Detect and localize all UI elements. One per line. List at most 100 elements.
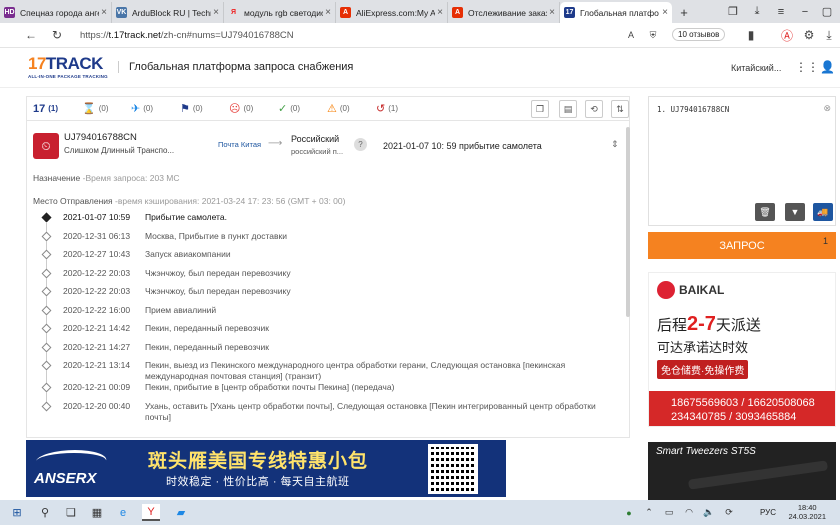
tray-app-icon[interactable]: ●: [620, 504, 638, 521]
trash-icon[interactable]: 🗑: [755, 203, 775, 221]
menu-icon[interactable]: ≡: [770, 0, 792, 23]
copy-icon[interactable]: ❐: [531, 100, 549, 118]
downloads-icon[interactable]: ⤓: [746, 0, 768, 23]
new-tab-button[interactable]: +: [672, 2, 696, 23]
tab-favicon: 17: [564, 7, 575, 18]
alert-icon: ⚠: [327, 103, 337, 115]
system-clock[interactable]: 18:40 24.03.2021: [788, 503, 826, 521]
clock-time: 18:40: [797, 503, 817, 512]
export-icon[interactable]: ▤: [559, 100, 577, 118]
latest-event: 2021-01-07 10: 59 прибытие самолета: [383, 141, 542, 151]
extension-icon[interactable]: ⚙: [800, 26, 818, 44]
protect-icon[interactable]: ⛨: [644, 26, 662, 44]
filter-count: (0): [192, 104, 203, 113]
filter-all[interactable]: 17 (1): [33, 103, 82, 115]
browser-tab-active[interactable]: 17 Глобальная платфо ×: [560, 2, 672, 23]
timeline-event: 2020-12-31 06:13 Москва, Прибытие в пункт…: [41, 230, 621, 252]
tab-favicon: HD: [4, 7, 15, 18]
translate-icon[interactable]: A: [622, 26, 640, 44]
query-button[interactable]: ЗАПРОС 1: [648, 232, 836, 259]
keyboard-language[interactable]: РУС: [760, 508, 776, 517]
yandex-browser-icon[interactable]: Y: [142, 504, 160, 521]
windows-start-icon[interactable]: ⊞: [8, 504, 26, 521]
close-tab-icon[interactable]: ×: [549, 7, 555, 18]
ad-headline: 斑头雁美国专线特惠小包: [148, 451, 369, 472]
tracking-number[interactable]: UJ794016788CN: [64, 132, 137, 143]
filter-pick-up[interactable]: ⚑ (0): [180, 102, 229, 115]
event-datetime: 2020-12-21 14:27: [63, 341, 131, 352]
ad-banner[interactable]: ANSERX 斑头雁美国专线特惠小包 时效稳定 · 性价比高 · 每天自主航班: [26, 440, 630, 497]
tray-up-icon[interactable]: ⌃: [640, 504, 658, 521]
filter-delivered[interactable]: ✓ (0): [278, 102, 327, 115]
translate-result-icon[interactable]: ⟲: [585, 100, 603, 118]
hourglass-icon: ⌛: [82, 103, 96, 115]
user-icon[interactable]: 👤: [820, 60, 835, 74]
app-icon[interactable]: ▰: [172, 504, 190, 521]
bookmarks-icon[interactable]: ❐: [722, 0, 744, 23]
close-tab-icon[interactable]: ×: [662, 7, 668, 18]
event-description: Прием авиалиний: [145, 304, 217, 315]
close-tab-icon[interactable]: ×: [101, 7, 107, 18]
query-label: ЗАПРОС: [719, 239, 765, 252]
reload-icon[interactable]: ↻: [48, 26, 66, 44]
minimize-icon[interactable]: −: [794, 0, 816, 23]
download-icon[interactable]: ⤓: [820, 26, 838, 44]
scrollbar[interactable]: [626, 127, 630, 317]
browser-tab[interactable]: A Отслеживание заказ ×: [448, 2, 560, 23]
reviews-badge[interactable]: 10 отзывов: [672, 28, 726, 41]
apps-icon[interactable]: ⋮⋮: [795, 60, 819, 74]
close-tab-icon[interactable]: ×: [325, 7, 331, 18]
timeline-marker-icon: [41, 401, 52, 411]
bookmark-icon[interactable]: ▮: [742, 26, 760, 44]
tab-title: ArduBlock RU | Techn: [132, 7, 212, 18]
browser-tab[interactable]: HD Спецназ города анге ×: [0, 2, 112, 23]
tray-sync-icon[interactable]: ⟳: [720, 504, 738, 521]
language-selector[interactable]: Китайский...: [731, 63, 781, 73]
tray-sound-icon[interactable]: 🔈: [700, 504, 718, 521]
filter-count: (0): [243, 104, 254, 113]
check-icon: ✓: [278, 103, 288, 115]
filter-undelivered[interactable]: ☹ (0): [229, 102, 278, 115]
tracking-input[interactable]: 1. UJ794016788CN: [657, 105, 729, 114]
event-description: Пекин, переданный перевозчик: [145, 323, 269, 333]
calculator-icon[interactable]: ▦: [88, 504, 106, 521]
origin-carrier[interactable]: Почта Китая: [218, 140, 261, 149]
filter-in-transit[interactable]: ✈ (0): [131, 102, 180, 115]
tracking-input-box[interactable]: 1. UJ794016788CN ⊗ 🗑 ▼ 🚚: [648, 96, 836, 226]
browser-tab[interactable]: A AliExpress.com:My Al ×: [336, 2, 448, 23]
clear-icon[interactable]: ⊗: [823, 103, 831, 114]
alice-icon[interactable]: Ⓐ: [778, 26, 796, 44]
logo[interactable]: 17TRACK ALL-IN-ONE PACKAGE TRACKING: [28, 54, 110, 82]
tab-favicon: A: [452, 7, 463, 18]
task-view-icon[interactable]: ❏: [62, 504, 80, 521]
timeline-marker-icon: [41, 212, 52, 223]
filter-not-found[interactable]: ⌛ (0): [82, 102, 131, 115]
timeline-marker-icon: [41, 231, 52, 241]
event-datetime: 2020-12-31 06:13: [63, 230, 131, 241]
filter-expired[interactable]: ↺ (1): [376, 102, 425, 115]
filter-alert[interactable]: ⚠ (0): [327, 102, 376, 115]
tray-network-icon[interactable]: ▭: [660, 504, 678, 521]
browser-tab[interactable]: Ямодуль rgb светодио ×: [224, 2, 336, 23]
tab-strip: HD Спецназ города анге × VK ArduBlock RU | …: [0, 0, 840, 23]
expand-icon[interactable]: ⇕: [611, 139, 619, 150]
tweezers-ad[interactable]: Smart Tweezers ST5S: [648, 442, 836, 500]
help-icon[interactable]: ?: [354, 138, 367, 151]
baikal-phones: 18675569603 / 16620508068 234340785 / 309…: [649, 391, 835, 426]
search-icon[interactable]: ⚲: [36, 504, 54, 521]
edge-icon[interactable]: e: [114, 504, 132, 521]
filter-icon[interactable]: ▼: [785, 203, 805, 221]
baikal-ad[interactable]: BAIKAL 后程2-7天派送 可达承诺达时效 免仓储费·免操作费 186755…: [648, 272, 836, 427]
maximize-icon[interactable]: ▢: [816, 0, 838, 23]
truck-icon[interactable]: 🚚: [813, 203, 833, 221]
url-field[interactable]: https://t.17track.net/zh-cn#nums=UJ79401…: [80, 26, 640, 45]
shipment-summary[interactable]: ⏲ UJ794016788CN Слишком Длинный Транспо.…: [31, 130, 629, 162]
browser-tab[interactable]: VK ArduBlock RU | Techn ×: [112, 2, 224, 23]
logo-tagline: ALL-IN-ONE PACKAGE TRACKING: [28, 74, 108, 79]
close-tab-icon[interactable]: ×: [437, 7, 443, 18]
collapse-icon[interactable]: ⇅: [611, 100, 629, 118]
destination-carrier[interactable]: Российский: [291, 134, 339, 144]
tray-wifi-icon[interactable]: ◠: [680, 504, 698, 521]
back-icon[interactable]: ←: [22, 26, 40, 44]
close-tab-icon[interactable]: ×: [213, 7, 219, 18]
